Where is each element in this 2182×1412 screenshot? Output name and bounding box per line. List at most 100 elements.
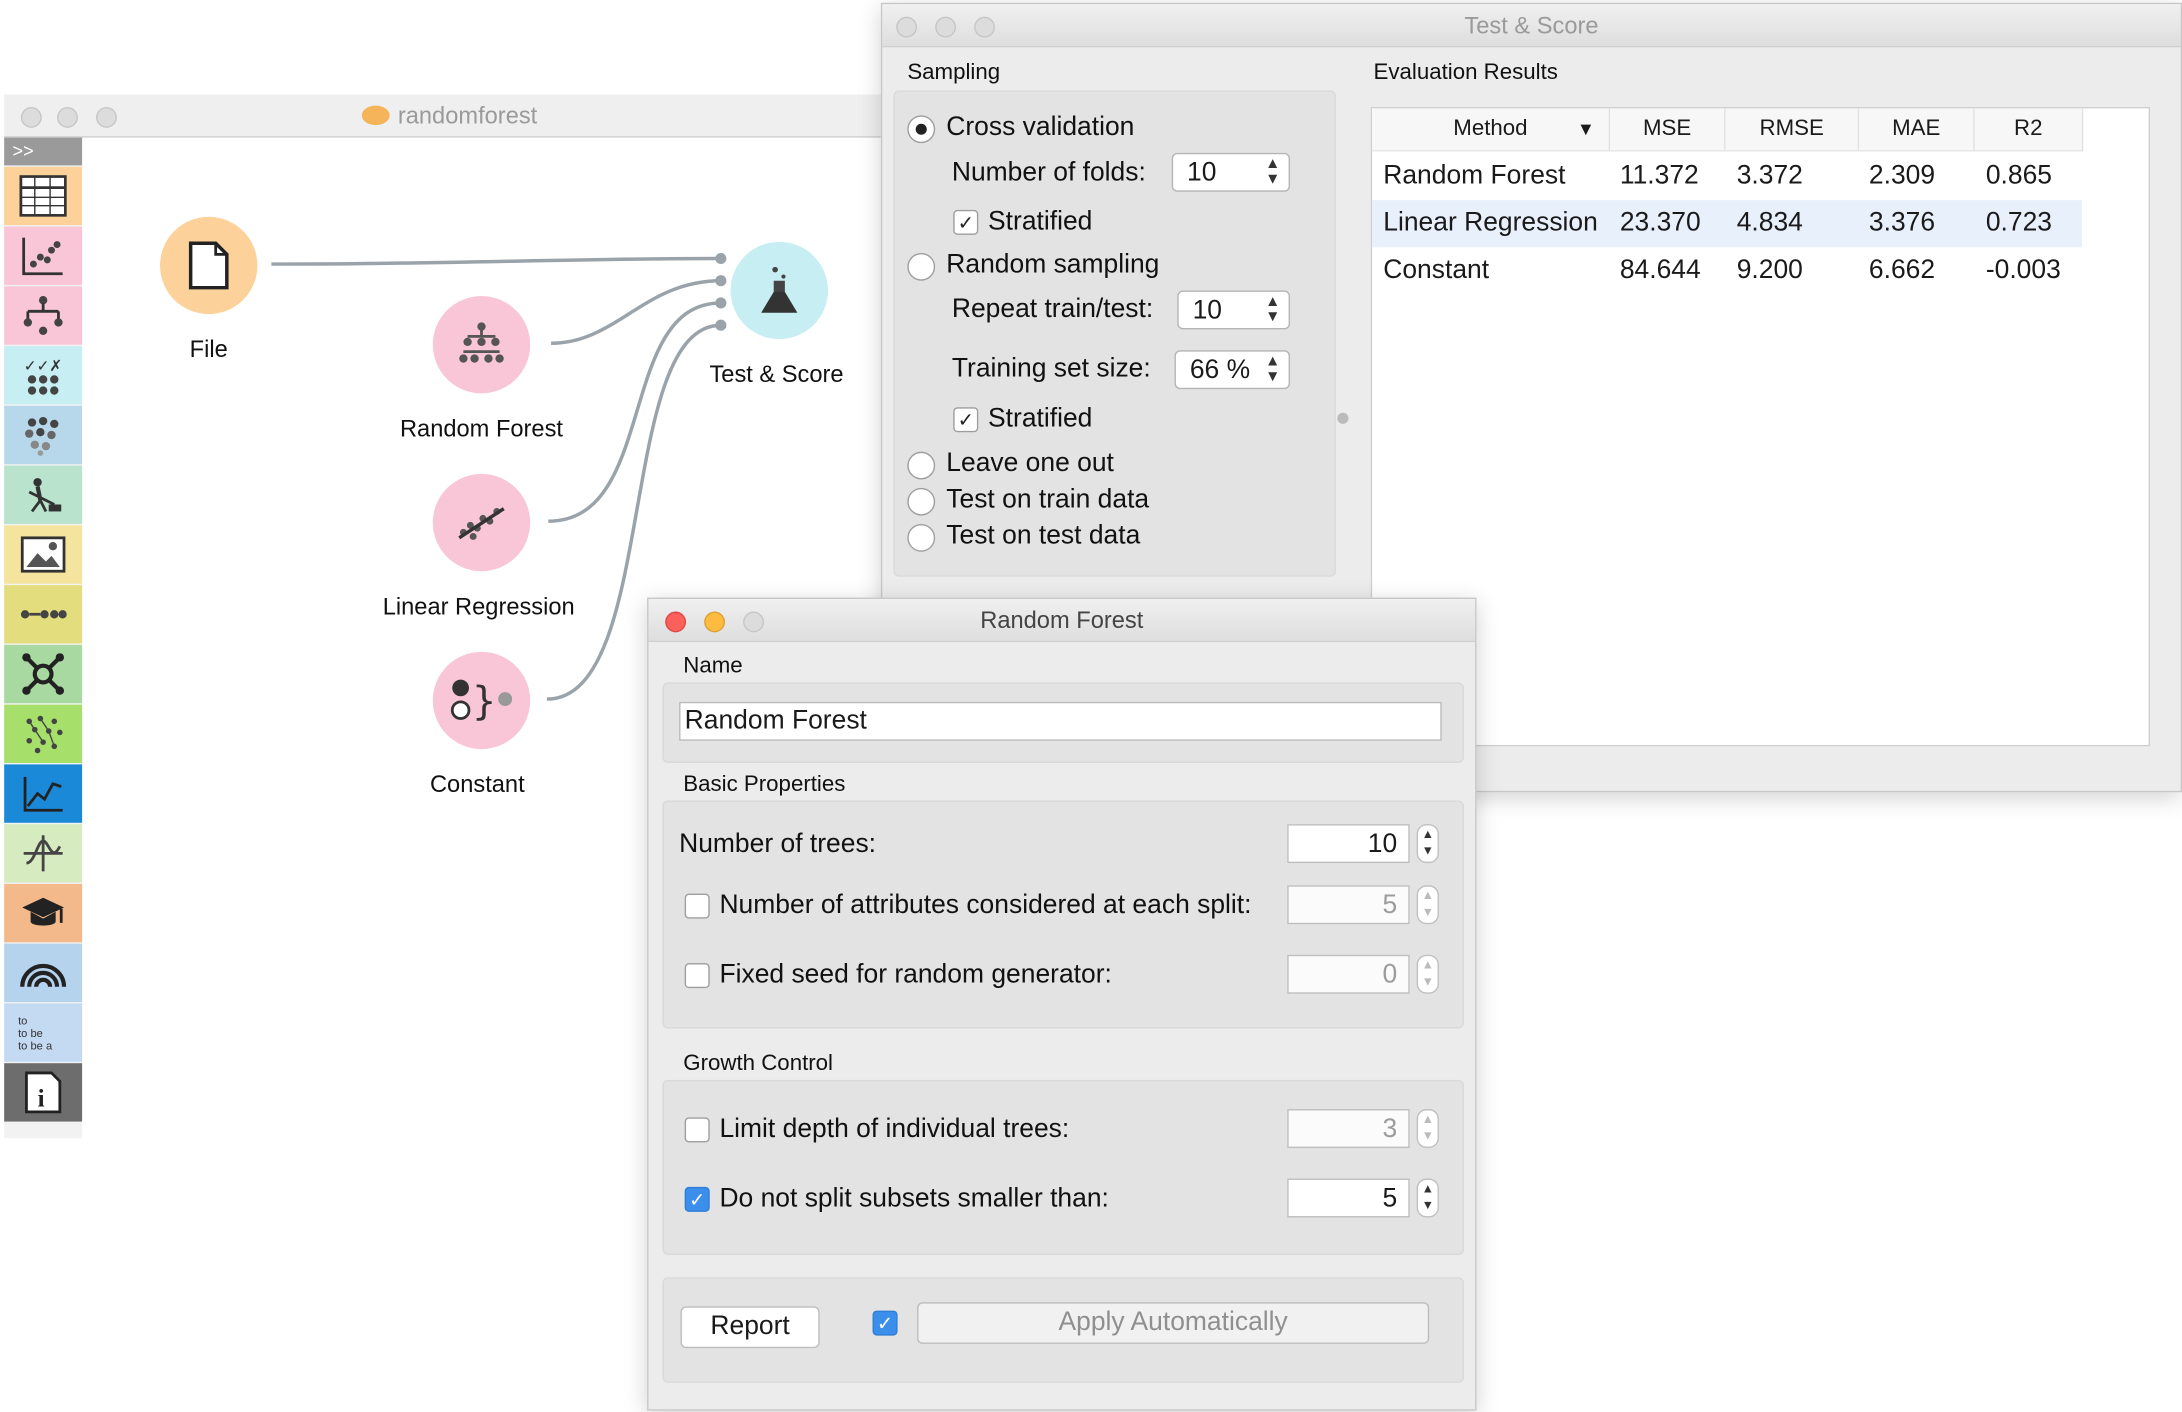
regression-line-icon — [458, 507, 505, 540]
test-train-label: Test on train data — [946, 485, 1150, 515]
test-score-title: Test & Score — [1464, 12, 1599, 39]
min-split-label: Do not split subsets smaller than: — [719, 1184, 1109, 1214]
link-file-testscore[interactable] — [271, 256, 721, 266]
column-header-r2[interactable]: R2 — [1974, 108, 2084, 152]
stratified-cv-label: Stratified — [988, 207, 1093, 237]
num-attributes-checkbox[interactable] — [684, 893, 710, 919]
cell-mae: 6.662 — [1868, 255, 1936, 285]
evaluation-results-title: Evaluation Results — [1373, 61, 1558, 85]
cell-r2: 0.723 — [1985, 208, 2052, 238]
test-test-radio[interactable] — [907, 523, 936, 552]
growth-control-group — [662, 1079, 1464, 1255]
column-header-mse[interactable]: MSE — [1610, 108, 1726, 152]
fixed-seed-input[interactable]: 0 — [1287, 954, 1410, 994]
num-trees-stepper[interactable]: ▲ ▼ — [1416, 824, 1439, 864]
cell-method: Constant — [1383, 255, 1490, 285]
num-folds-select[interactable]: 10 ▲ ▼ — [1171, 152, 1291, 192]
cross-validation-label: Cross validation — [946, 112, 1135, 142]
test-score-node-label: Test & Score — [709, 361, 844, 388]
random-forest-title: Random Forest — [980, 607, 1144, 634]
random-sampling-label: Random sampling — [946, 250, 1160, 280]
table-row[interactable]: Constant 84.644 9.200 6.662 -0.003 — [1372, 247, 2082, 294]
cell-r2: 0.865 — [1985, 161, 2052, 191]
file-node[interactable] — [160, 216, 258, 315]
num-attributes-stepper[interactable]: ▲ ▼ — [1416, 885, 1439, 925]
num-trees-input[interactable]: 10 — [1287, 824, 1410, 864]
training-size-label: Training set size: — [951, 354, 1151, 384]
num-attributes-input[interactable]: 5 — [1287, 885, 1410, 925]
flask-icon — [761, 266, 798, 313]
cell-r2: -0.003 — [1985, 255, 2061, 285]
fixed-seed-stepper[interactable]: ▲ ▼ — [1416, 954, 1439, 994]
cross-validation-radio[interactable] — [907, 115, 936, 144]
num-trees-label: Number of trees: — [679, 829, 877, 859]
sampling-group-title: Sampling — [907, 61, 1001, 85]
column-header-rmse[interactable]: RMSE — [1725, 108, 1860, 152]
stratified-rs-checkbox[interactable]: ✓ — [953, 407, 979, 433]
num-attributes-label: Number of attributes considered at each … — [719, 890, 1252, 921]
cell-mse: 84.644 — [1619, 255, 1701, 285]
constant-icon: } — [450, 679, 513, 724]
learner-name-input[interactable]: Random Forest — [679, 701, 1442, 741]
sort-desc-icon: ▼ — [1576, 118, 1595, 139]
basic-properties-title: Basic Properties — [683, 772, 846, 797]
linear-regression-node[interactable] — [432, 473, 531, 572]
leave-one-out-radio[interactable] — [907, 451, 936, 480]
limit-depth-label: Limit depth of individual trees: — [719, 1114, 1070, 1144]
min-split-checkbox[interactable]: ✓ — [684, 1186, 710, 1212]
chevron-updown-icon: ▲ ▼ — [1265, 353, 1281, 385]
cell-mae: 3.376 — [1868, 208, 1936, 238]
chevron-updown-icon: ▲ ▼ — [1265, 155, 1281, 188]
random-forest-node[interactable] — [432, 296, 531, 394]
chevron-updown-icon: ▲ ▼ — [1265, 293, 1281, 326]
stratified-cv-checkbox[interactable]: ✓ — [953, 209, 979, 235]
splitter-handle[interactable] — [1337, 412, 1349, 424]
cell-mse: 23.370 — [1619, 208, 1701, 238]
evaluation-results-table: Method ▼ MSE RMSE MAE R2 Random Forest 11… — [1370, 107, 2151, 747]
cell-mae: 2.309 — [1868, 161, 1936, 191]
column-header-method[interactable]: Method ▼ — [1372, 108, 1611, 152]
random-forest-titlebar: Random Forest — [648, 599, 1476, 643]
random-forest-window: Random Forest Name Random Forest Basic P… — [647, 597, 1477, 1411]
num-folds-label: Number of folds: — [951, 158, 1146, 188]
svg-text:}: } — [472, 679, 497, 724]
cell-method: Linear Regression — [1383, 208, 1598, 238]
cell-rmse: 4.834 — [1736, 208, 1803, 238]
file-node-label: File — [189, 336, 228, 363]
test-test-label: Test on test data — [946, 521, 1141, 551]
min-split-input[interactable]: 5 — [1287, 1178, 1410, 1218]
cell-method: Random Forest — [1383, 161, 1566, 191]
report-button[interactable]: Report — [680, 1306, 820, 1349]
apply-automatically-checkbox[interactable]: ✓ — [872, 1310, 898, 1336]
file-icon — [188, 241, 229, 290]
random-forest-node-label: Random Forest — [399, 415, 564, 442]
cell-rmse: 9.200 — [1736, 255, 1803, 285]
training-size-select[interactable]: 66 % ▲ ▼ — [1174, 350, 1291, 390]
fixed-seed-label: Fixed seed for random generator: — [719, 960, 1112, 990]
leave-one-out-label: Leave one out — [946, 448, 1114, 479]
linear-regression-node-label: Linear Regression — [382, 593, 575, 620]
min-split-stepper[interactable]: ▲ ▼ — [1416, 1178, 1439, 1218]
growth-control-title: Growth Control — [683, 1052, 834, 1076]
constant-node[interactable]: } — [432, 651, 531, 750]
test-score-node[interactable] — [730, 241, 829, 340]
repeat-select[interactable]: 10 ▲ ▼ — [1177, 290, 1291, 330]
cell-rmse: 3.372 — [1736, 161, 1803, 191]
column-header-mae[interactable]: MAE — [1859, 108, 1975, 152]
repeat-label: Repeat train/test: — [951, 294, 1154, 324]
limit-depth-checkbox[interactable] — [684, 1117, 710, 1143]
cell-mse: 11.372 — [1619, 161, 1699, 191]
limit-depth-input[interactable]: 3 — [1287, 1109, 1410, 1148]
apply-automatically-button[interactable]: Apply Automatically — [917, 1302, 1430, 1344]
constant-node-label: Constant — [429, 771, 525, 798]
fixed-seed-checkbox[interactable] — [684, 963, 710, 989]
limit-depth-stepper[interactable]: ▲ ▼ — [1416, 1109, 1439, 1148]
table-row[interactable]: Linear Regression 23.370 4.834 3.376 0.7… — [1372, 200, 2082, 248]
test-train-radio[interactable] — [907, 487, 936, 516]
name-group-title: Name — [683, 654, 743, 679]
stratified-rs-label: Stratified — [988, 404, 1093, 434]
tree-ensemble-icon — [459, 322, 504, 363]
table-row[interactable]: Random Forest 11.372 3.372 2.309 0.865 — [1372, 153, 2082, 200]
random-sampling-radio[interactable] — [907, 252, 936, 281]
test-score-titlebar: Test & Score — [882, 4, 2181, 48]
